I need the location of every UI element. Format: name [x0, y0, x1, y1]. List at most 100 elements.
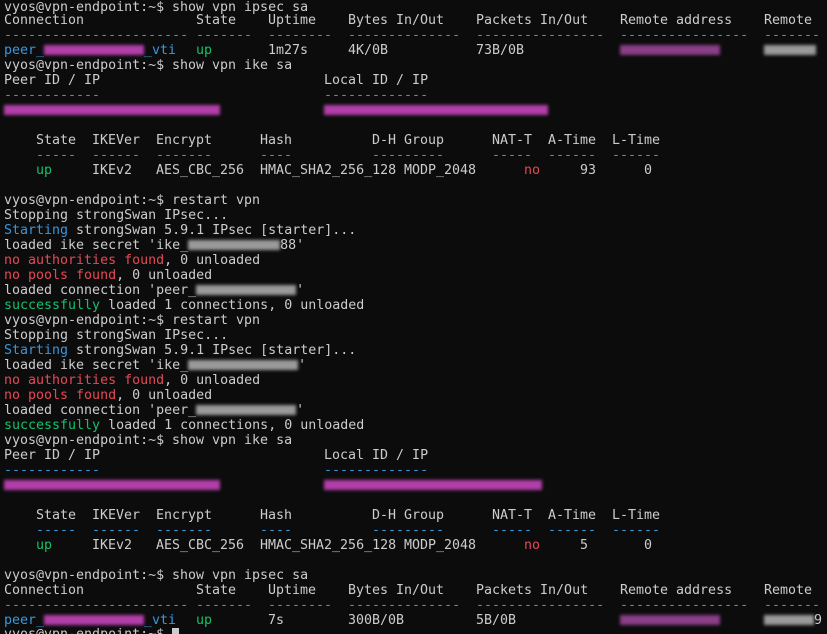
column-header: D-H Group — [372, 133, 445, 148]
divider: ------- — [196, 598, 253, 613]
ike-sa-divider: ----- ------ ------- ---- --------- ----… — [0, 523, 660, 538]
ike-sa-row: up IKEv2 AES_CBC_256 HMAC_SHA2_256_128 M… — [0, 163, 652, 178]
command-text: show vpn ike sa — [172, 433, 293, 448]
output-line: loaded ike secret 'ike_ ' — [0, 358, 306, 373]
divider: ----- — [492, 148, 533, 163]
output-line: successfully loaded 1 connections, 0 unl… — [0, 298, 364, 313]
divider: ------- — [196, 28, 253, 43]
remote-address-redacted — [620, 43, 720, 58]
prompt: vyos@vpn-endpoint:~$ — [4, 313, 173, 328]
command-line: vyos@vpn-endpoint:~$ show vpn ipsec sa — [0, 568, 308, 583]
redacted-blur — [44, 45, 145, 55]
column-header: Encrypt — [156, 508, 213, 523]
divider: ---------------- — [620, 28, 749, 43]
terminal-window[interactable]: vyos@vpn-endpoint:~$ show vpn ipsec sa C… — [0, 0, 827, 634]
divider: ------------ — [4, 88, 101, 103]
peer-id-redacted — [4, 103, 220, 118]
ikever-value: IKEv2 — [92, 538, 133, 553]
divider: ------ — [612, 523, 661, 538]
local-id-redacted — [324, 103, 548, 118]
remote-address-redacted — [620, 613, 720, 628]
state-value: up — [196, 43, 213, 58]
ikever-value: IKEv2 — [92, 163, 133, 178]
column-header: Packets In/Out — [476, 583, 589, 598]
output-line: loaded connection 'peer_ ' — [0, 283, 304, 298]
column-header: Packets In/Out — [476, 13, 589, 28]
ipsec-table-divider: ----------------------- ------- --------… — [0, 28, 820, 43]
divider: ------ — [612, 148, 661, 163]
divider: ------- — [764, 598, 821, 613]
divider: ------ — [548, 148, 597, 163]
column-header: IKEVer — [92, 508, 141, 523]
divider: ---------------- — [620, 598, 749, 613]
column-header: Remote address — [620, 583, 733, 598]
column-header: NAT-T — [492, 133, 533, 148]
column-header: IKEVer — [92, 133, 141, 148]
hash-value: HMAC_SHA2_256_128 — [260, 538, 397, 553]
prompt: vyos@vpn-endpoint:~$ — [4, 193, 173, 208]
stopping-message: Stopping strongSwan IPsec... — [4, 208, 229, 223]
divider: --------- — [372, 148, 445, 163]
ike-peer-header: Peer ID / IP Local ID / IP — [0, 448, 428, 463]
column-header: State — [196, 583, 237, 598]
nat-t-value: no — [524, 163, 541, 178]
column-header: Remote address — [620, 13, 733, 28]
output-line: loaded ike secret 'ike_ 88' — [0, 238, 304, 253]
state-value: up — [36, 163, 53, 178]
ipsec-table-header: Connection State Uptime Bytes In/Out Pac… — [0, 583, 812, 598]
output-line: no pools found, 0 unloaded — [0, 268, 212, 283]
cursor[interactable] — [172, 627, 179, 634]
column-header: Connection — [4, 13, 85, 28]
nat-t-value: no — [524, 538, 541, 553]
divider: ------------- — [324, 88, 429, 103]
column-header: Hash — [260, 508, 293, 523]
column-header: Connection — [4, 583, 85, 598]
prompt: vyos@vpn-endpoint:~$ — [4, 58, 173, 73]
a-time-value: 93 — [580, 163, 597, 178]
a-time-value: 5 — [580, 538, 589, 553]
encrypt-value: AES_CBC_256 — [156, 163, 245, 178]
pools-message: no pools found, 0 unloaded — [4, 268, 213, 283]
divider: ---------------- — [476, 598, 605, 613]
ipsec-table-row: peer_ _vti up 7s 300B/0B 5B/0B 9 — [0, 613, 822, 628]
prompt: vyos@vpn-endpoint:~$ — [4, 627, 172, 634]
starting-message: Starting strongSwan 5.9.1 IPsec [starter… — [4, 223, 357, 238]
divider: ------------- — [324, 463, 429, 478]
column-header: D-H Group — [372, 508, 445, 523]
divider: ----- — [36, 523, 77, 538]
local-id-redacted — [324, 478, 542, 493]
column-header: A-Time — [548, 508, 597, 523]
command-text: show vpn ike sa — [172, 58, 293, 73]
remote-redacted — [764, 43, 816, 58]
divider: ------- — [764, 28, 821, 43]
output-line: Stopping strongSwan IPsec... — [0, 328, 228, 343]
dh-group-value: MODP_2048 — [404, 163, 477, 178]
output-line: loaded connection 'peer_ ' — [0, 403, 304, 418]
column-header: Local ID / IP — [324, 73, 429, 88]
command-text: restart vpn — [172, 313, 261, 328]
divider: ------- — [156, 148, 213, 163]
uptime-value: 7s — [268, 613, 285, 628]
redacted-blur — [44, 615, 145, 625]
peer-id-redacted — [4, 478, 220, 493]
command-line: vyos@vpn-endpoint:~$ restart vpn — [0, 193, 260, 208]
ipsec-table-divider: ----------------------- ------- --------… — [0, 598, 820, 613]
column-header: Remote — [764, 13, 813, 28]
divider: ---- — [260, 523, 293, 538]
command-line-partial[interactable]: vyos@vpn-endpoint:~$ — [0, 627, 179, 634]
success-message: successfully loaded 1 connections, 0 unl… — [4, 418, 365, 433]
secret-loaded-message: loaded ike secret 'ike_ 88' — [4, 238, 305, 253]
ike-peer-divider: ------------ ------------- — [0, 463, 428, 478]
prompt: vyos@vpn-endpoint:~$ — [4, 568, 173, 583]
prompt: vyos@vpn-endpoint:~$ — [4, 433, 173, 448]
column-header: Bytes In/Out — [348, 583, 445, 598]
divider: ------ — [92, 523, 141, 538]
ike-peer-row — [0, 478, 542, 493]
divider: ------- — [156, 523, 213, 538]
divider: ----------------------- — [4, 598, 189, 613]
command-text: restart vpn — [172, 193, 261, 208]
ipsec-table-row: peer_ _vti up 1m27s 4K/0B 73B/0B — [0, 43, 816, 58]
connection-name: peer_ _vti — [4, 43, 177, 58]
state-value: up — [36, 538, 53, 553]
column-header: Uptime — [268, 583, 317, 598]
